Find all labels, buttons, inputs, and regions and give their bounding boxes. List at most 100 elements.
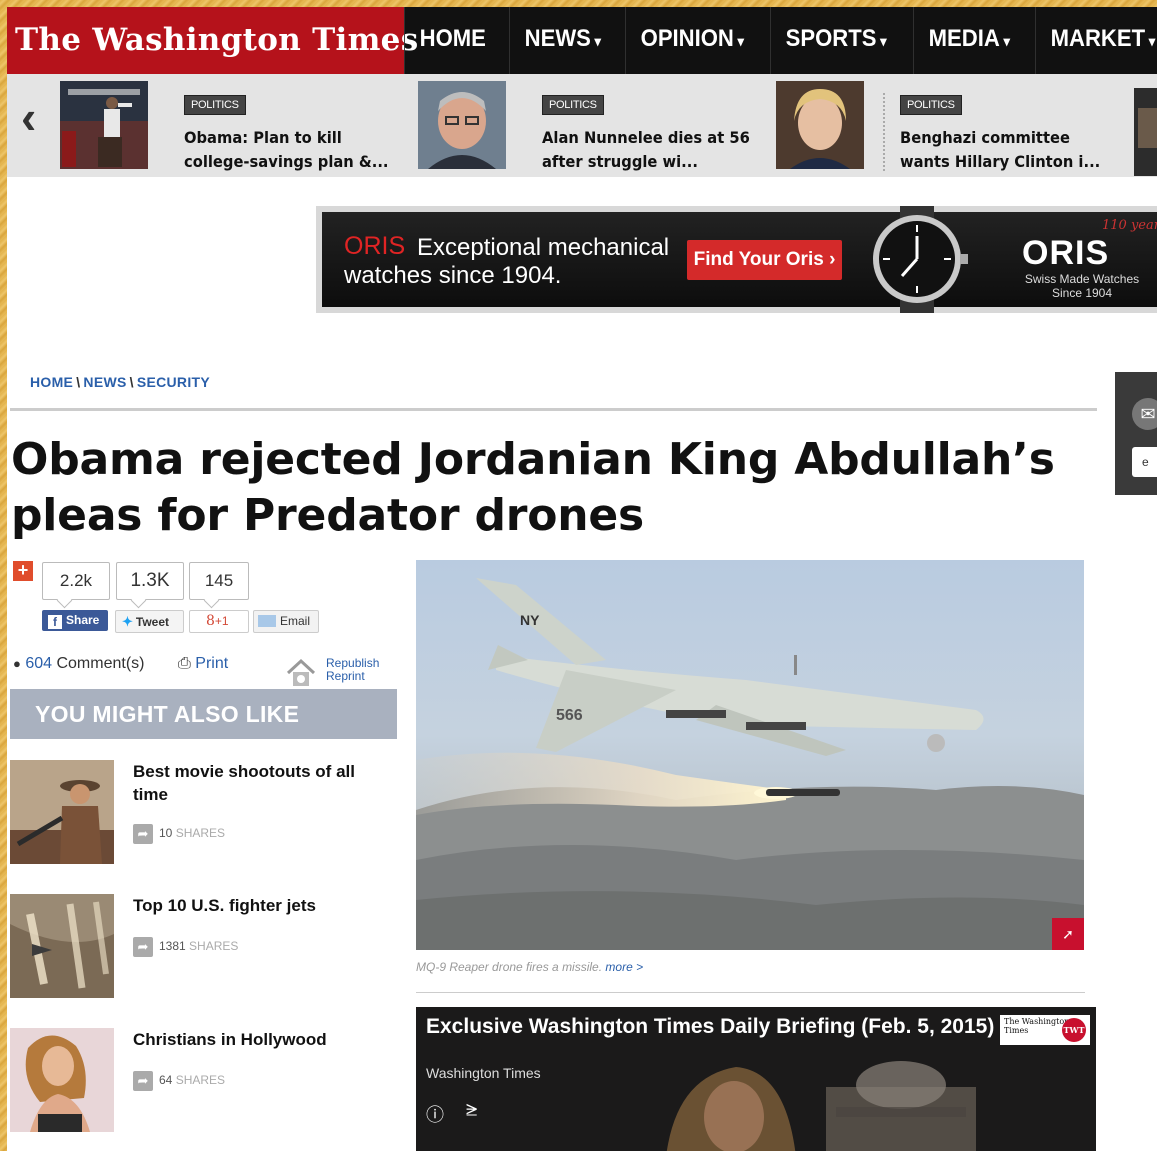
related-title[interactable]: Top 10 U.S. fighter jets <box>133 894 383 917</box>
share-icon[interactable]: ⪭ <box>466 1099 477 1122</box>
breadcrumb-security[interactable]: SECURITY <box>137 374 210 390</box>
nav-media[interactable]: MEDIA ▾ <box>913 7 1025 74</box>
related-shares: ➦ 1381 SHARES <box>133 937 238 957</box>
breadcrumb-home[interactable]: HOME <box>30 374 73 390</box>
share-arrow-icon: ➦ <box>133 824 153 844</box>
twt-badge: TWT <box>1062 1018 1086 1042</box>
newsletter-widget: ✉ e <box>1115 372 1157 495</box>
divider <box>416 992 1085 993</box>
gplus-share-count: 145 <box>189 562 249 600</box>
info-icon[interactable]: ⓘ <box>426 1101 444 1127</box>
oris-advertisement[interactable]: ORIS Exceptional mechanical watches sinc… <box>316 206 1157 313</box>
related-item[interactable]: Christians in Hollywood ➦ 64 SHARES <box>10 1028 400 1132</box>
divider <box>10 408 1097 411</box>
newsletter-email-input[interactable]: e <box>1132 447 1157 477</box>
shares-label: SHARES <box>189 939 239 954</box>
breadcrumb-separator: \ <box>129 374 134 390</box>
reprint-label: Reprint <box>326 669 365 683</box>
carousel-headline: Benghazi committee wants Hillary Clinton… <box>900 128 1101 171</box>
carousel-item[interactable]: POLITICS Benghazi committee wants Hillar… <box>776 81 1136 171</box>
carousel-item[interactable]: POLITICS Alan Nunnelee dies at 56 after … <box>418 81 768 171</box>
related-item[interactable]: Best movie shootouts of all time ➦ 10 SHA… <box>10 760 400 864</box>
caption-text: MQ-9 Reaper drone fires a missile. <box>416 960 603 974</box>
share-arrow-icon: ➦ <box>133 937 153 957</box>
carousel-headline: Obama: Plan to kill college-savings plan… <box>184 128 389 171</box>
breadcrumb-news[interactable]: NEWS <box>83 374 126 390</box>
christians-hollywood-thumbnail <box>10 1028 114 1132</box>
share-count: 64 <box>159 1073 173 1088</box>
tweet-button[interactable]: ✦ Tweet <box>115 610 184 633</box>
facebook-share-label: Share <box>66 613 100 627</box>
predator-drone-photo[interactable]: NY 566 <box>416 560 1084 950</box>
nav-home[interactable]: HOME <box>404 7 501 74</box>
comment-count: 604 <box>25 655 53 672</box>
caption-more-link[interactable]: more > <box>605 960 643 974</box>
image-caption: MQ-9 Reaper drone fires a missile. more … <box>416 960 643 974</box>
movie-shootout-thumbnail <box>10 760 114 864</box>
tweet-label: Tweet <box>135 615 170 629</box>
expand-image-icon[interactable]: ➚ <box>1052 918 1084 950</box>
twitter-share-count: 1.3K <box>116 562 184 600</box>
twitter-bird-icon: ✦ <box>122 614 133 629</box>
republish-reprint-link[interactable]: Republish Reprint <box>284 655 394 689</box>
nav-market[interactable]: MARKET ▾ <box>1034 7 1157 74</box>
ad-sub-line-2: Since 1904 <box>1051 286 1113 300</box>
nav-sports-label: SPORTS <box>786 25 877 52</box>
video-title[interactable]: Exclusive Washington Times Daily Briefin… <box>426 1015 996 1039</box>
email-button[interactable]: Email <box>253 610 319 633</box>
email-label: Email <box>280 614 311 628</box>
fighter-jets-thumbnail <box>10 894 114 998</box>
chevron-down-icon: ▾ <box>1003 33 1011 49</box>
shares-label: SHARES <box>175 826 226 841</box>
video-logo-text: The Washington Times <box>1004 1017 1070 1035</box>
carousel-next-thumbnail[interactable] <box>1134 88 1157 176</box>
ad-brand-red: ORIS <box>344 232 406 260</box>
nav-media-label: MEDIA <box>928 25 1000 52</box>
comments-link[interactable]: ● 604 Comment(s) <box>13 655 144 673</box>
ad-corner-text: 110 years <box>1102 218 1157 233</box>
ad-sub-line-1: Swiss Made Watches <box>1024 272 1140 286</box>
gplus-button[interactable]: 8+1 <box>189 610 249 633</box>
republish-text: Republish Reprint <box>326 657 379 683</box>
print-link[interactable]: ⎙ Print <box>178 655 228 673</box>
ad-cta-button[interactable]: Find Your Oris › <box>687 240 842 280</box>
nav-sports[interactable]: SPORTS ▾ <box>770 7 901 74</box>
ad-tagline-2: watches since 1904. <box>344 262 562 289</box>
drone-tail-marking: NY <box>520 612 540 628</box>
print-label: Print <box>195 655 229 672</box>
comment-label: Comment(s) <box>56 655 145 672</box>
oris-logo: ORIS <box>1022 234 1110 272</box>
facebook-icon: f <box>48 615 62 629</box>
carousel-prev-icon[interactable]: ‹ <box>21 94 36 140</box>
main-nav: HOME NEWS ▾ OPINION ▾ SPORTS ▾ MEDIA ▾ MARKE… <box>404 7 1157 74</box>
printer-icon: ⎙ <box>178 655 191 672</box>
site-logo[interactable]: The Washington Times <box>7 7 418 74</box>
video-source: Washington Times <box>426 1065 541 1081</box>
carousel-item[interactable]: POLITICS Obama: Plan to kill college-sav… <box>60 81 410 171</box>
alan-nunnelee-thumbnail <box>418 81 506 169</box>
related-title[interactable]: Christians in Hollywood <box>133 1028 383 1051</box>
related-item[interactable]: Top 10 U.S. fighter jets ➦ 1381 SHARES <box>10 894 400 998</box>
share-count: 10 <box>159 826 173 841</box>
video-player[interactable]: Exclusive Washington Times Daily Briefin… <box>416 1007 1096 1151</box>
mail-icon[interactable]: ✉ <box>1132 398 1157 430</box>
related-shares: ➦ 64 SHARES <box>133 1071 225 1091</box>
facebook-share-button[interactable]: f Share <box>42 610 108 631</box>
gplus-icon: 8 <box>206 613 215 629</box>
nav-market-label: MARKET <box>1050 25 1145 52</box>
chevron-down-icon: ▾ <box>737 33 745 49</box>
facebook-share-count: 2.2k <box>42 562 110 600</box>
breadcrumb: HOME \ NEWS \ SECURITY <box>30 374 210 390</box>
related-title[interactable]: Best movie shootouts of all time <box>133 760 383 806</box>
nav-news[interactable]: NEWS ▾ <box>509 7 616 74</box>
nav-home-label: HOME <box>419 25 486 52</box>
ad-subtext: Swiss Made Watches Since 1904 <box>1012 272 1152 300</box>
page: The Washington Times HOME NEWS ▾ OPINION ▾… <box>7 7 1157 1151</box>
ad-tagline-1: Exceptional mechanical <box>417 234 670 261</box>
add-share-icon[interactable]: + <box>13 561 33 581</box>
gplus-label: +1 <box>214 614 229 628</box>
nav-opinion[interactable]: OPINION ▾ <box>625 7 759 74</box>
article-headline: Obama rejected Jordanian King Abdullah’s… <box>11 434 1055 541</box>
category-badge: POLITICS <box>184 95 246 115</box>
chevron-down-icon: ▾ <box>880 33 887 49</box>
